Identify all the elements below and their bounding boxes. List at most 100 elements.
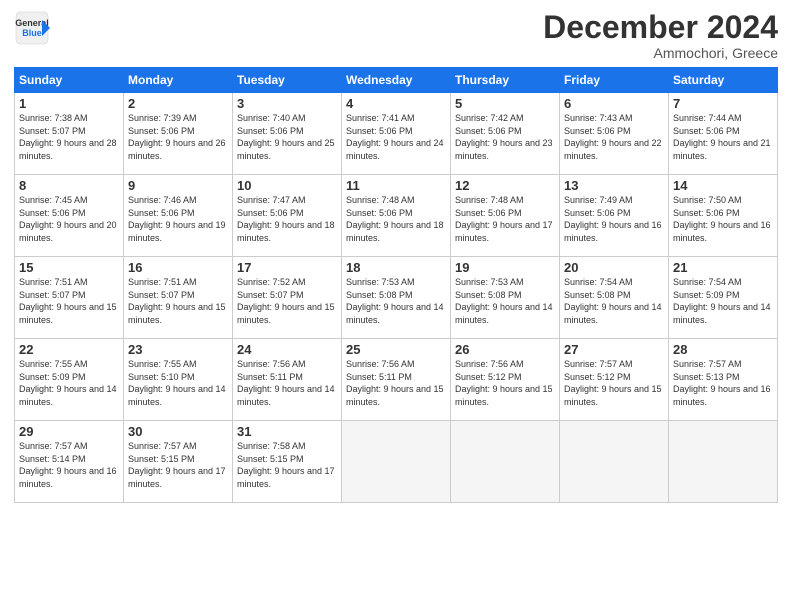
day-info: Sunrise: 7:49 AM Sunset: 5:06 PM Dayligh…	[564, 194, 664, 244]
day-info: Sunrise: 7:55 AM Sunset: 5:10 PM Dayligh…	[128, 358, 228, 408]
day-number: 9	[128, 178, 228, 193]
day-cell-24: 24 Sunrise: 7:56 AM Sunset: 5:11 PM Dayl…	[233, 339, 342, 421]
empty-cell	[451, 421, 560, 503]
svg-text:Blue: Blue	[22, 28, 42, 38]
day-cell-28: 28 Sunrise: 7:57 AM Sunset: 5:13 PM Dayl…	[669, 339, 778, 421]
day-number: 12	[455, 178, 555, 193]
day-info: Sunrise: 7:50 AM Sunset: 5:06 PM Dayligh…	[673, 194, 773, 244]
title-block: December 2024 Ammochori, Greece	[543, 10, 778, 61]
logo: General Blue	[14, 10, 50, 46]
day-number: 17	[237, 260, 337, 275]
day-info: Sunrise: 7:46 AM Sunset: 5:06 PM Dayligh…	[128, 194, 228, 244]
week-row-3: 15 Sunrise: 7:51 AM Sunset: 5:07 PM Dayl…	[15, 257, 778, 339]
day-cell-22: 22 Sunrise: 7:55 AM Sunset: 5:09 PM Dayl…	[15, 339, 124, 421]
day-cell-4: 4 Sunrise: 7:41 AM Sunset: 5:06 PM Dayli…	[342, 93, 451, 175]
day-cell-18: 18 Sunrise: 7:53 AM Sunset: 5:08 PM Dayl…	[342, 257, 451, 339]
calendar-header-row: SundayMondayTuesdayWednesdayThursdayFrid…	[15, 68, 778, 93]
day-number: 13	[564, 178, 664, 193]
day-number: 1	[19, 96, 119, 111]
day-info: Sunrise: 7:53 AM Sunset: 5:08 PM Dayligh…	[455, 276, 555, 326]
day-cell-17: 17 Sunrise: 7:52 AM Sunset: 5:07 PM Dayl…	[233, 257, 342, 339]
day-info: Sunrise: 7:43 AM Sunset: 5:06 PM Dayligh…	[564, 112, 664, 162]
day-number: 26	[455, 342, 555, 357]
day-cell-23: 23 Sunrise: 7:55 AM Sunset: 5:10 PM Dayl…	[124, 339, 233, 421]
day-cell-11: 11 Sunrise: 7:48 AM Sunset: 5:06 PM Dayl…	[342, 175, 451, 257]
day-info: Sunrise: 7:41 AM Sunset: 5:06 PM Dayligh…	[346, 112, 446, 162]
page-container: General Blue December 2024 Ammochori, Gr…	[0, 0, 792, 511]
day-cell-10: 10 Sunrise: 7:47 AM Sunset: 5:06 PM Dayl…	[233, 175, 342, 257]
day-info: Sunrise: 7:51 AM Sunset: 5:07 PM Dayligh…	[19, 276, 119, 326]
empty-cell	[560, 421, 669, 503]
day-info: Sunrise: 7:40 AM Sunset: 5:06 PM Dayligh…	[237, 112, 337, 162]
day-cell-6: 6 Sunrise: 7:43 AM Sunset: 5:06 PM Dayli…	[560, 93, 669, 175]
day-number: 5	[455, 96, 555, 111]
week-row-5: 29 Sunrise: 7:57 AM Sunset: 5:14 PM Dayl…	[15, 421, 778, 503]
day-info: Sunrise: 7:44 AM Sunset: 5:06 PM Dayligh…	[673, 112, 773, 162]
location: Ammochori, Greece	[543, 45, 778, 61]
column-header-wednesday: Wednesday	[342, 68, 451, 93]
day-cell-15: 15 Sunrise: 7:51 AM Sunset: 5:07 PM Dayl…	[15, 257, 124, 339]
day-info: Sunrise: 7:38 AM Sunset: 5:07 PM Dayligh…	[19, 112, 119, 162]
day-info: Sunrise: 7:58 AM Sunset: 5:15 PM Dayligh…	[237, 440, 337, 490]
day-cell-8: 8 Sunrise: 7:45 AM Sunset: 5:06 PM Dayli…	[15, 175, 124, 257]
day-number: 15	[19, 260, 119, 275]
day-info: Sunrise: 7:54 AM Sunset: 5:08 PM Dayligh…	[564, 276, 664, 326]
day-info: Sunrise: 7:57 AM Sunset: 5:13 PM Dayligh…	[673, 358, 773, 408]
day-number: 31	[237, 424, 337, 439]
calendar-table: SundayMondayTuesdayWednesdayThursdayFrid…	[14, 67, 778, 503]
day-info: Sunrise: 7:52 AM Sunset: 5:07 PM Dayligh…	[237, 276, 337, 326]
day-number: 28	[673, 342, 773, 357]
day-info: Sunrise: 7:48 AM Sunset: 5:06 PM Dayligh…	[346, 194, 446, 244]
column-header-friday: Friday	[560, 68, 669, 93]
day-number: 14	[673, 178, 773, 193]
day-info: Sunrise: 7:57 AM Sunset: 5:15 PM Dayligh…	[128, 440, 228, 490]
day-info: Sunrise: 7:39 AM Sunset: 5:06 PM Dayligh…	[128, 112, 228, 162]
day-info: Sunrise: 7:54 AM Sunset: 5:09 PM Dayligh…	[673, 276, 773, 326]
day-number: 27	[564, 342, 664, 357]
day-number: 24	[237, 342, 337, 357]
week-row-1: 1 Sunrise: 7:38 AM Sunset: 5:07 PM Dayli…	[15, 93, 778, 175]
day-info: Sunrise: 7:57 AM Sunset: 5:14 PM Dayligh…	[19, 440, 119, 490]
day-cell-19: 19 Sunrise: 7:53 AM Sunset: 5:08 PM Dayl…	[451, 257, 560, 339]
day-info: Sunrise: 7:45 AM Sunset: 5:06 PM Dayligh…	[19, 194, 119, 244]
day-cell-30: 30 Sunrise: 7:57 AM Sunset: 5:15 PM Dayl…	[124, 421, 233, 503]
day-number: 10	[237, 178, 337, 193]
day-info: Sunrise: 7:55 AM Sunset: 5:09 PM Dayligh…	[19, 358, 119, 408]
day-cell-9: 9 Sunrise: 7:46 AM Sunset: 5:06 PM Dayli…	[124, 175, 233, 257]
week-row-2: 8 Sunrise: 7:45 AM Sunset: 5:06 PM Dayli…	[15, 175, 778, 257]
month-year: December 2024	[543, 10, 778, 45]
day-cell-25: 25 Sunrise: 7:56 AM Sunset: 5:11 PM Dayl…	[342, 339, 451, 421]
day-cell-26: 26 Sunrise: 7:56 AM Sunset: 5:12 PM Dayl…	[451, 339, 560, 421]
column-header-thursday: Thursday	[451, 68, 560, 93]
day-cell-3: 3 Sunrise: 7:40 AM Sunset: 5:06 PM Dayli…	[233, 93, 342, 175]
day-info: Sunrise: 7:56 AM Sunset: 5:11 PM Dayligh…	[346, 358, 446, 408]
day-number: 20	[564, 260, 664, 275]
day-info: Sunrise: 7:51 AM Sunset: 5:07 PM Dayligh…	[128, 276, 228, 326]
day-info: Sunrise: 7:56 AM Sunset: 5:11 PM Dayligh…	[237, 358, 337, 408]
day-cell-21: 21 Sunrise: 7:54 AM Sunset: 5:09 PM Dayl…	[669, 257, 778, 339]
day-info: Sunrise: 7:48 AM Sunset: 5:06 PM Dayligh…	[455, 194, 555, 244]
day-number: 16	[128, 260, 228, 275]
column-header-tuesday: Tuesday	[233, 68, 342, 93]
day-cell-12: 12 Sunrise: 7:48 AM Sunset: 5:06 PM Dayl…	[451, 175, 560, 257]
day-number: 21	[673, 260, 773, 275]
column-header-sunday: Sunday	[15, 68, 124, 93]
day-number: 7	[673, 96, 773, 111]
day-cell-27: 27 Sunrise: 7:57 AM Sunset: 5:12 PM Dayl…	[560, 339, 669, 421]
week-row-4: 22 Sunrise: 7:55 AM Sunset: 5:09 PM Dayl…	[15, 339, 778, 421]
day-cell-16: 16 Sunrise: 7:51 AM Sunset: 5:07 PM Dayl…	[124, 257, 233, 339]
day-info: Sunrise: 7:47 AM Sunset: 5:06 PM Dayligh…	[237, 194, 337, 244]
day-number: 23	[128, 342, 228, 357]
day-cell-5: 5 Sunrise: 7:42 AM Sunset: 5:06 PM Dayli…	[451, 93, 560, 175]
day-number: 30	[128, 424, 228, 439]
day-cell-20: 20 Sunrise: 7:54 AM Sunset: 5:08 PM Dayl…	[560, 257, 669, 339]
day-number: 22	[19, 342, 119, 357]
day-cell-13: 13 Sunrise: 7:49 AM Sunset: 5:06 PM Dayl…	[560, 175, 669, 257]
day-cell-1: 1 Sunrise: 7:38 AM Sunset: 5:07 PM Dayli…	[15, 93, 124, 175]
day-number: 19	[455, 260, 555, 275]
calendar-body: 1 Sunrise: 7:38 AM Sunset: 5:07 PM Dayli…	[15, 93, 778, 503]
day-info: Sunrise: 7:56 AM Sunset: 5:12 PM Dayligh…	[455, 358, 555, 408]
empty-cell	[669, 421, 778, 503]
day-number: 4	[346, 96, 446, 111]
day-number: 18	[346, 260, 446, 275]
